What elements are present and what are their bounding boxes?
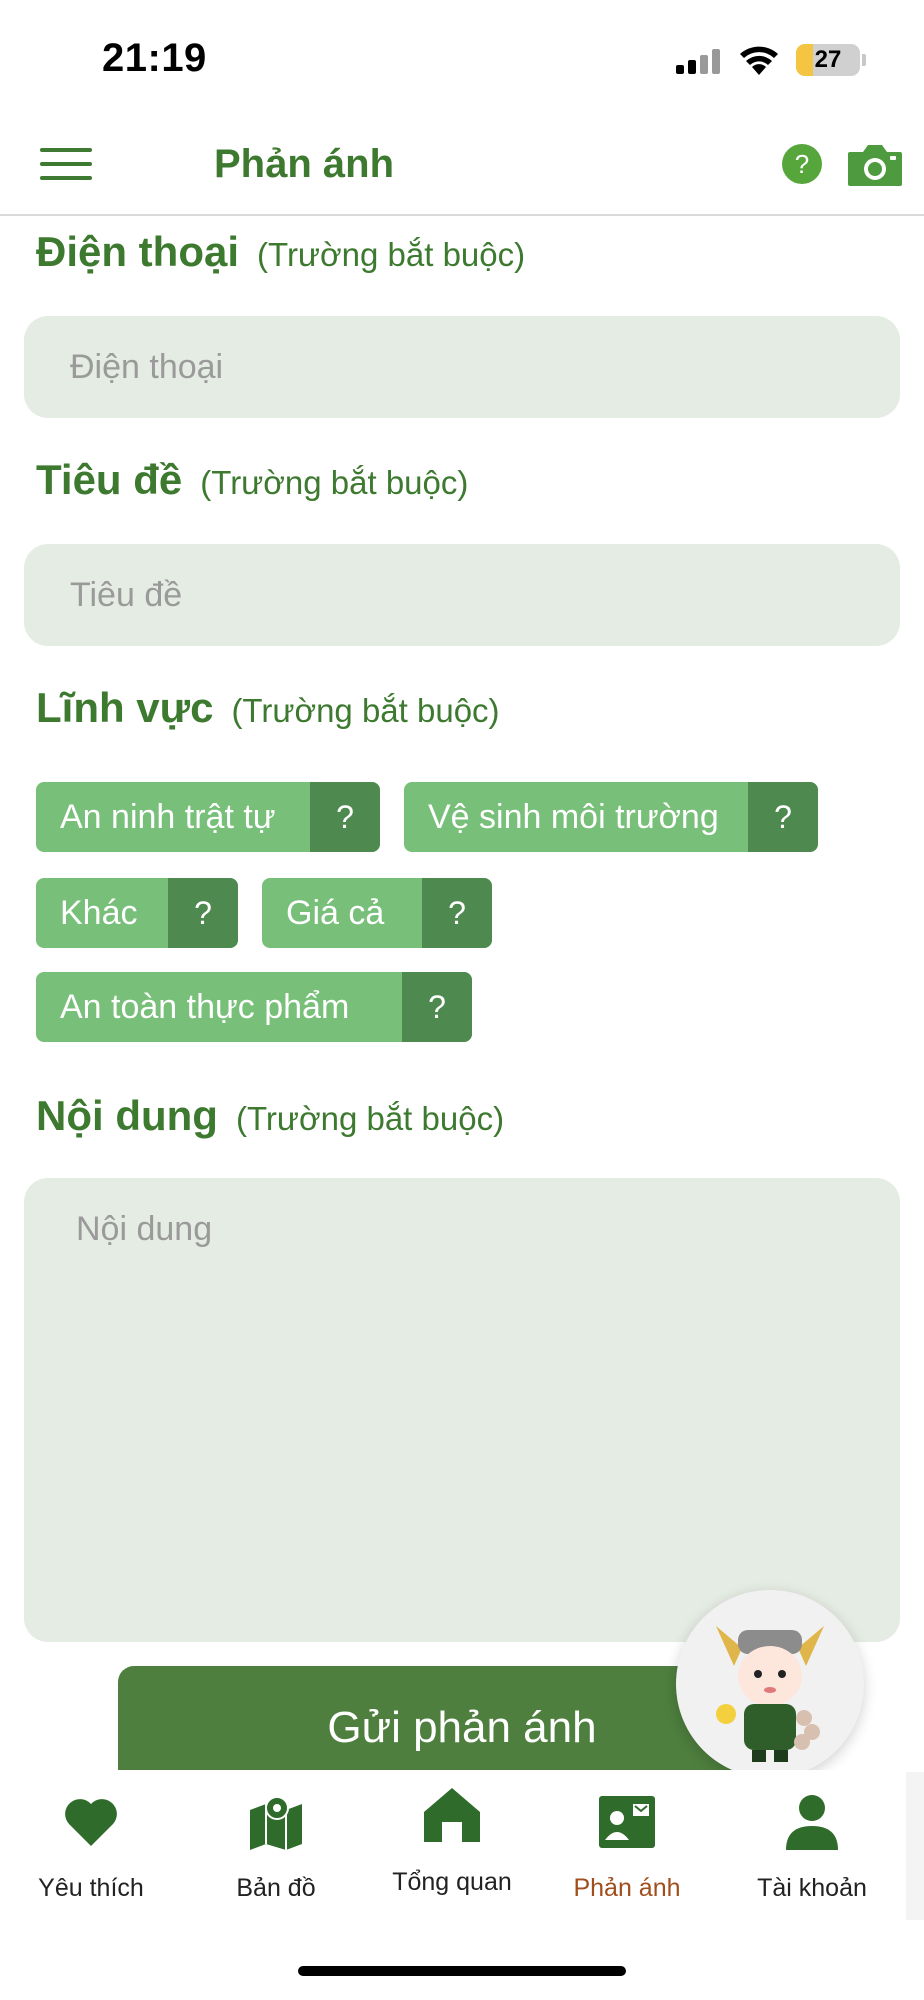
chip-help-icon[interactable]: ?	[402, 972, 472, 1042]
title-placeholder: Tiêu đề	[70, 576, 183, 614]
feedback-icon	[599, 1796, 655, 1848]
chip-label: An toàn thực phẩm	[60, 988, 350, 1026]
tab-label: Tài khoản	[757, 1874, 867, 1902]
tab-label: Bản đồ	[236, 1874, 316, 1902]
title-label: Tiêu đề (Trường bắt buộc)	[36, 456, 468, 504]
battery-icon: 27	[796, 44, 860, 76]
mascot-icon	[716, 1626, 824, 1762]
required-note: (Trường bắt buộc)	[257, 236, 526, 273]
tab-feedback[interactable]: Phản ánh	[552, 1792, 702, 1912]
battery-cap	[862, 54, 866, 66]
wifi-icon	[740, 46, 778, 75]
mascot-assistant-button[interactable]	[676, 1590, 864, 1778]
required-note: (Trường bắt buộc)	[235, 1100, 505, 1137]
heart-icon	[65, 1799, 117, 1846]
map-icon	[250, 1796, 302, 1850]
home-indicator	[298, 1966, 626, 1976]
tab-label: Phản ánh	[573, 1874, 681, 1902]
chip-label: Khác	[60, 894, 138, 932]
phone-field[interactable]: Điện thoại	[24, 316, 900, 418]
tab-label: Yêu thích	[38, 1874, 144, 1902]
home-icon	[424, 1788, 480, 1842]
chip-help-icon[interactable]: ?	[422, 878, 492, 948]
chip-ve-sinh-moi-truong[interactable]: Vệ sinh môi trường ?	[404, 782, 818, 852]
phone-label-text: Điện thoại	[36, 228, 240, 275]
tab-overview[interactable]: Tổng quan	[377, 1788, 527, 1912]
cellular-signal-icon	[676, 48, 720, 74]
content-textarea[interactable]: Nội dung	[24, 1178, 900, 1642]
chip-khac[interactable]: Khác ?	[36, 878, 238, 948]
required-note: (Trường bắt buộc)	[200, 464, 469, 501]
content-label-text: Nội dung	[36, 1092, 218, 1139]
chip-an-toan-thuc-pham[interactable]: An toàn thực phẩm ?	[36, 972, 472, 1042]
user-icon	[786, 1795, 838, 1850]
chip-help-icon[interactable]: ?	[310, 782, 380, 852]
page-title: Phản ánh	[214, 142, 395, 186]
title-field[interactable]: Tiêu đề	[24, 544, 900, 646]
help-icon[interactable]: ?	[782, 144, 822, 184]
field-label: Lĩnh vực (Trường bắt buộc)	[36, 684, 500, 732]
phone-label: Điện thoại (Trường bắt buộc)	[36, 228, 525, 276]
tab-favorites[interactable]: Yêu thích	[16, 1792, 166, 1912]
scroll-edge	[906, 1772, 924, 1920]
status-bar: 21:19 27	[0, 0, 924, 120]
tab-map[interactable]: Bản đồ	[201, 1792, 351, 1912]
status-time: 21:19	[102, 36, 207, 80]
content-label: Nội dung (Trường bắt buộc)	[36, 1092, 504, 1140]
phone-placeholder: Điện thoại	[70, 348, 224, 386]
chip-help-icon[interactable]: ?	[168, 878, 238, 948]
battery-percent: 27	[814, 46, 842, 73]
tab-account[interactable]: Tài khoản	[737, 1792, 887, 1912]
content-placeholder: Nội dung	[76, 1210, 213, 1248]
title-label-text: Tiêu đề	[36, 456, 183, 503]
header: Phản ánh ?	[0, 120, 924, 216]
chip-gia-ca[interactable]: Giá cả ?	[262, 878, 492, 948]
field-label-text: Lĩnh vực	[36, 684, 214, 731]
menu-icon[interactable]	[40, 144, 92, 184]
chip-an-ninh-trat-tu[interactable]: An ninh trật tự ?	[36, 782, 380, 852]
tab-label: Tổng quan	[392, 1868, 512, 1896]
required-note: (Trường bắt buộc)	[231, 692, 500, 729]
chip-label: Giá cả	[286, 894, 385, 932]
chip-label: An ninh trật tự	[60, 798, 276, 836]
camera-icon[interactable]	[846, 142, 904, 188]
chip-help-icon[interactable]: ?	[748, 782, 818, 852]
chip-label: Vệ sinh môi trường	[428, 798, 719, 836]
